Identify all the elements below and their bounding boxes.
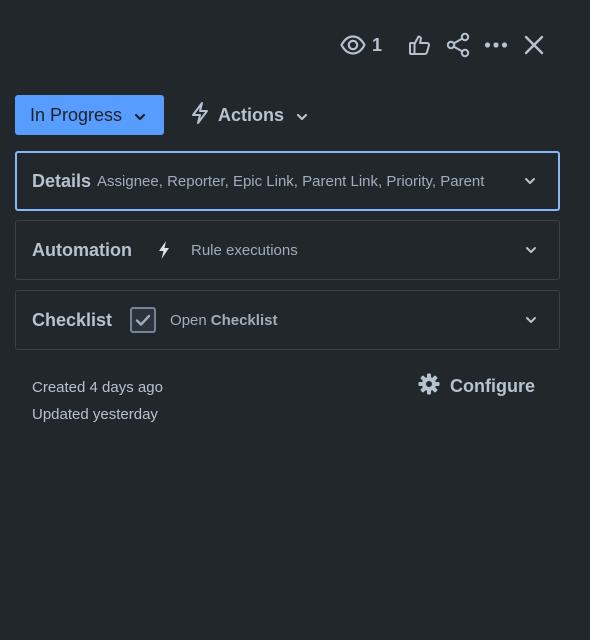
chevron-down-icon — [296, 105, 308, 126]
checklist-open-label: Open — [170, 311, 207, 329]
close-button[interactable] — [518, 29, 550, 61]
details-summary: Assignee, Reporter, Epic Link, Parent Li… — [97, 172, 485, 190]
watchers-count: 1 — [371, 34, 382, 55]
close-icon — [523, 34, 545, 56]
gear-icon — [418, 373, 440, 400]
checklist-panel[interactable]: Checklist Open Checklist — [15, 290, 560, 350]
thumbs-up-icon — [408, 33, 432, 57]
checklist-title: Checklist — [32, 309, 113, 330]
status-row: In Progress Actions — [15, 95, 316, 135]
share-icon — [445, 32, 471, 58]
more-actions-button[interactable] — [480, 29, 512, 61]
watch-button[interactable]: 1 — [334, 29, 388, 61]
more-horizontal-icon — [483, 32, 509, 58]
top-toolbar: 1 — [334, 28, 550, 62]
like-button[interactable] — [404, 29, 436, 61]
issue-meta: Created 4 days ago Updated yesterday — [32, 374, 163, 428]
chevron-down-icon — [524, 177, 536, 185]
issue-sidebar: 1 In Progress Actions Details Assignee, … — [0, 0, 590, 640]
status-label: In Progress — [30, 104, 123, 125]
automation-panel[interactable]: Automation Rule executions — [15, 220, 560, 280]
lightning-icon — [190, 101, 210, 130]
status-dropdown-button[interactable]: In Progress — [15, 95, 165, 135]
checklist-name: Checklist — [210, 311, 278, 329]
automation-title: Automation — [32, 239, 132, 260]
automation-summary: Rule executions — [190, 241, 298, 259]
chevron-down-icon — [525, 316, 537, 324]
actions-label: Actions — [218, 104, 285, 125]
chevron-down-icon — [134, 105, 146, 126]
share-button[interactable] — [442, 29, 474, 61]
lightning-icon — [157, 240, 171, 260]
created-timestamp: Created 4 days ago — [32, 379, 163, 396]
checkbox-icon — [130, 307, 157, 333]
configure-button[interactable]: Configure — [418, 371, 535, 401]
updated-timestamp: Updated yesterday — [32, 406, 158, 423]
configure-label: Configure — [450, 375, 535, 396]
chevron-down-icon — [525, 246, 537, 254]
actions-dropdown-button[interactable]: Actions — [182, 95, 316, 135]
eye-icon — [340, 35, 366, 55]
details-title: Details — [32, 170, 92, 191]
details-panel[interactable]: Details Assignee, Reporter, Epic Link, P… — [15, 151, 560, 211]
